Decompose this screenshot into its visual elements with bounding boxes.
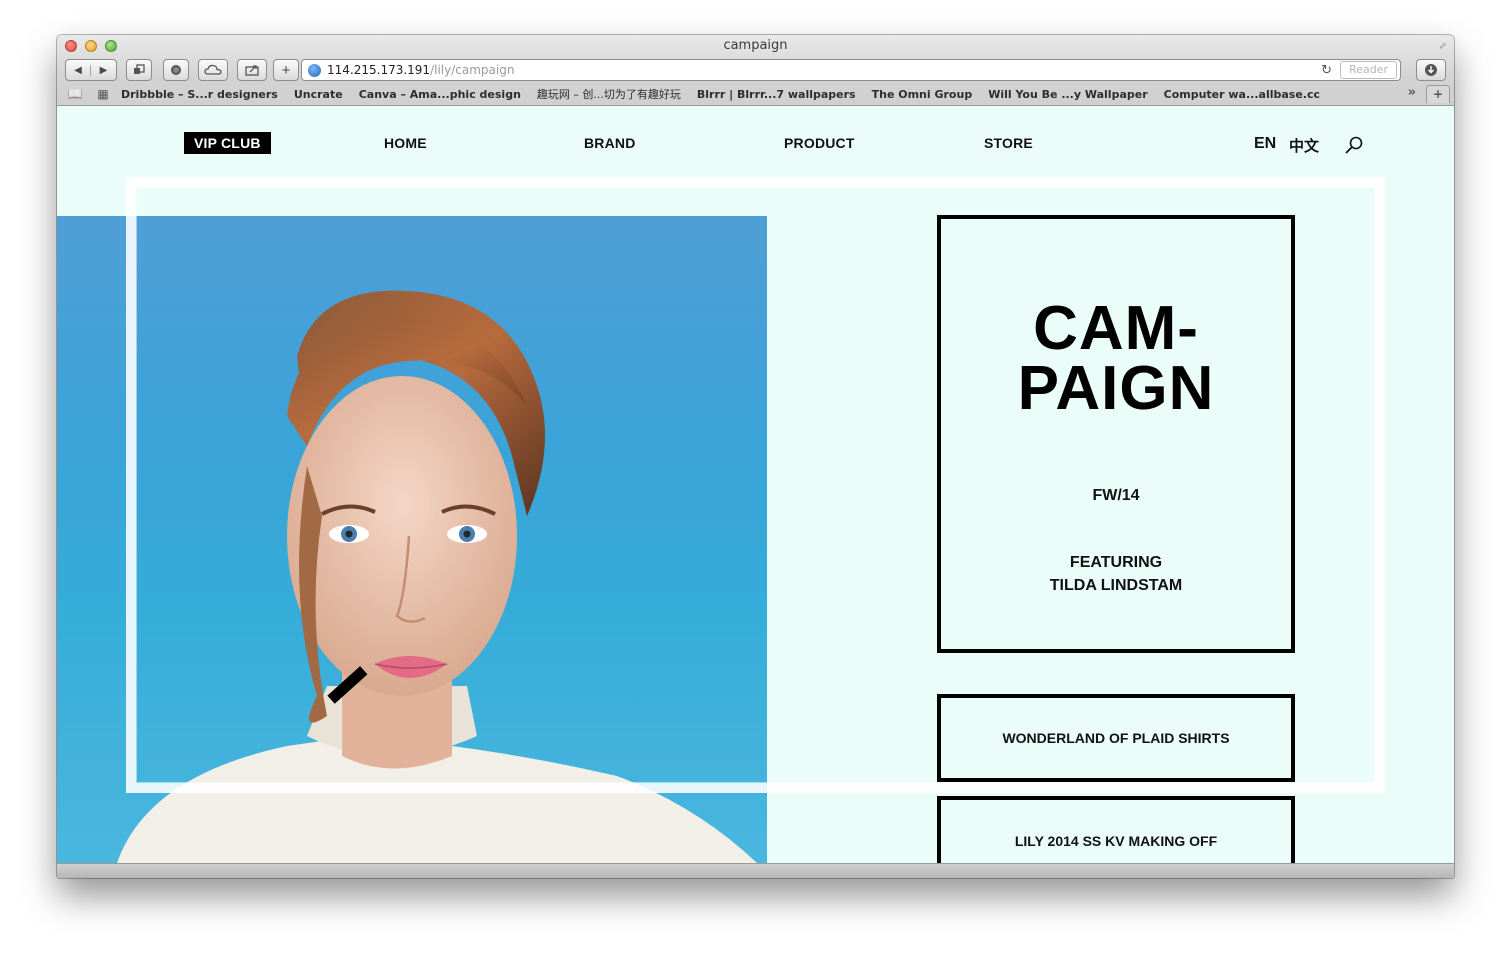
cloud-icon	[204, 64, 222, 75]
reading-list-icon[interactable]: 📖	[65, 87, 85, 101]
bookmark-item[interactable]: Canva – Ama...phic design	[359, 88, 521, 101]
more-bookmarks-icon[interactable]: »	[1408, 85, 1416, 100]
downloads-button[interactable]	[1416, 59, 1446, 81]
campaign-card: CAM- PAIGN FW/14 FEATURING TILDA LINDSTA…	[937, 215, 1295, 653]
globe-icon	[308, 63, 321, 77]
nav-product[interactable]: PRODUCT	[784, 135, 855, 151]
nav-store[interactable]: STORE	[984, 135, 1033, 151]
back-forward-buttons: ◀ ▶	[65, 59, 117, 81]
bookmark-item[interactable]: 趣玩网 – 创...切为了有趣好玩	[537, 86, 681, 102]
tag-marker-icon	[327, 666, 368, 704]
bookmark-item[interactable]: Computer wa...allbase.cc	[1164, 88, 1320, 101]
lang-zh-link[interactable]: 中文	[1289, 135, 1319, 156]
bookmark-item[interactable]: Blrrr | Blrrr...7 wallpapers	[697, 88, 856, 101]
window-bottom-bar	[57, 863, 1454, 878]
url-host: 114.215.173.191	[327, 63, 431, 77]
lang-en-link[interactable]: EN	[1254, 135, 1276, 153]
campaign-title-line1: CAM-	[1033, 294, 1199, 363]
reload-icon[interactable]: ↻	[1321, 63, 1332, 78]
campaign-link-label: WONDERLAND OF PLAID SHIRTS	[1002, 730, 1230, 746]
top-sites-icon	[171, 65, 181, 75]
browser-toolbar: ◀ ▶ + 114.215.173.191/lily/campaign ↻ Re…	[65, 59, 1446, 81]
campaign-link-plaid-shirts[interactable]: WONDERLAND OF PLAID SHIRTS	[937, 694, 1295, 782]
icloud-tabs-button[interactable]	[198, 59, 228, 81]
show-tabs-button[interactable]	[126, 59, 152, 81]
featuring-text: FEATURING TILDA LINDSTAM	[1050, 551, 1182, 597]
nav-brand[interactable]: BRAND	[584, 135, 636, 151]
share-icon	[245, 65, 259, 76]
featuring-line1: FEATURING	[1069, 554, 1163, 571]
bookmarks-bar: 📖 ▦ Dribbble – S...r designers Uncrate C…	[65, 85, 1454, 103]
back-icon[interactable]: ◀	[66, 64, 91, 76]
campaign-link-label: LILY 2014 SS KV MAKING OFF	[1014, 833, 1218, 849]
campaign-link-making-off[interactable]: LILY 2014 SS KV MAKING OFF	[937, 796, 1295, 863]
address-bar[interactable]: 114.215.173.191/lily/campaign ↻ Reader	[301, 59, 1401, 81]
bookmark-item[interactable]: Will You Be ...y Wallpaper	[988, 88, 1147, 101]
bookmark-item[interactable]: Uncrate	[294, 88, 343, 101]
web-page: VIP CLUB HOME BRAND PRODUCT STORE EN 中文	[57, 106, 1454, 863]
season-label: FW/14	[1092, 487, 1140, 504]
bookmark-item[interactable]: The Omni Group	[872, 88, 973, 101]
top-sites-button[interactable]	[163, 59, 189, 81]
plus-icon: +	[281, 61, 291, 79]
nav-home[interactable]: HOME	[384, 135, 427, 151]
featuring-line2: TILDA LINDSTAM	[1049, 577, 1183, 594]
bookmarks-grid-icon[interactable]: ▦	[93, 87, 113, 101]
window-title: campaign	[723, 38, 788, 53]
browser-window: campaign ⇔ ◀ ▶ + 114.215.173.191/lily/ca…	[57, 35, 1454, 878]
add-bookmark-button[interactable]: +	[273, 59, 299, 81]
nav-vip-club[interactable]: VIP CLUB	[184, 132, 271, 154]
search-icon[interactable]	[1344, 135, 1364, 155]
url-path: /lily/campaign	[430, 63, 515, 77]
forward-icon[interactable]: ▶	[91, 65, 116, 76]
browser-chrome: campaign ⇔ ◀ ▶ + 114.215.173.191/lily/ca…	[57, 35, 1454, 106]
campaign-title: CAM- PAIGN	[1017, 294, 1215, 423]
tabs-icon	[134, 64, 145, 74]
campaign-title-line2: PAIGN	[1017, 354, 1215, 423]
new-tab-button[interactable]: +	[1426, 85, 1450, 103]
reader-button[interactable]: Reader	[1340, 61, 1397, 79]
bookmark-item[interactable]: Dribbble – S...r designers	[121, 88, 278, 101]
download-icon	[1425, 64, 1437, 76]
share-button[interactable]	[237, 59, 267, 81]
